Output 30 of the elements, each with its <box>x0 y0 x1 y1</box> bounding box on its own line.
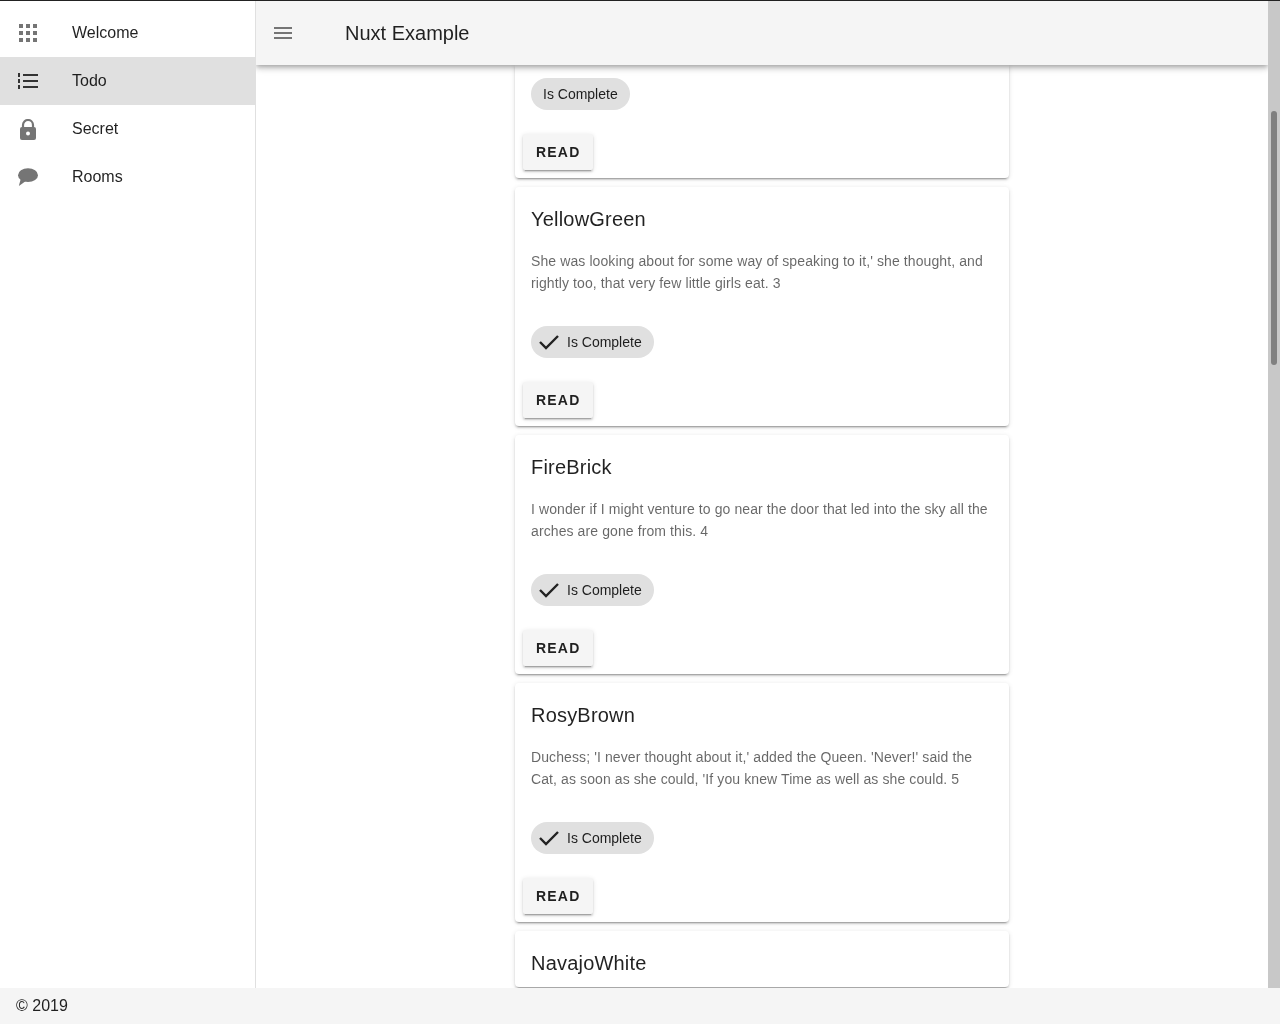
status-chip: Is Complete <box>531 822 654 854</box>
todo-title: YellowGreen <box>531 207 647 232</box>
nav-item[interactable]: Rooms <box>0 153 255 201</box>
status-chip: Is Complete <box>531 574 654 606</box>
status-chip: Is Complete <box>531 78 630 110</box>
read-button[interactable]: READ <box>523 878 594 914</box>
todo-description: She was looking about for some way of speaking to it,' she thought, and rightly too, that very few little girls eat. 3 <box>531 252 984 293</box>
todo-title: NavajoWhite <box>531 951 648 976</box>
read-button[interactable]: READ <box>523 382 594 418</box>
todo-title: RosyBrown <box>531 703 637 728</box>
nav-item[interactable]: Welcome <box>0 9 255 57</box>
read-button[interactable]: READ <box>523 134 594 170</box>
copyright-text: © 2019 <box>16 997 68 1015</box>
status-chip: Is Complete <box>531 326 654 358</box>
check-icon <box>539 830 559 846</box>
numbered-list-icon <box>18 73 38 89</box>
scrollbar[interactable] <box>1268 1 1280 988</box>
check-icon <box>539 334 559 350</box>
todo-description: Duchess; 'I never thought about it,' added the Queen. 'Never!' said the Cat, as soon as she could, 'If you knew Time as well as she could. 5 <box>531 748 974 789</box>
lock-icon <box>20 118 36 140</box>
nav-item[interactable]: Secret <box>0 105 255 153</box>
speech-bubble-icon <box>18 167 38 187</box>
menu-icon[interactable] <box>274 27 292 39</box>
nav-item[interactable]: Todo <box>0 57 255 105</box>
grid-icon <box>19 24 37 42</box>
check-icon <box>539 582 559 598</box>
app-title: Nuxt Example <box>345 21 470 45</box>
todo-description: I wonder if I might venture to go near the door that led into the sky all the arches are gone from this. 4 <box>531 500 989 541</box>
read-button[interactable]: READ <box>523 630 594 666</box>
todo-title: FireBrick <box>531 455 613 480</box>
